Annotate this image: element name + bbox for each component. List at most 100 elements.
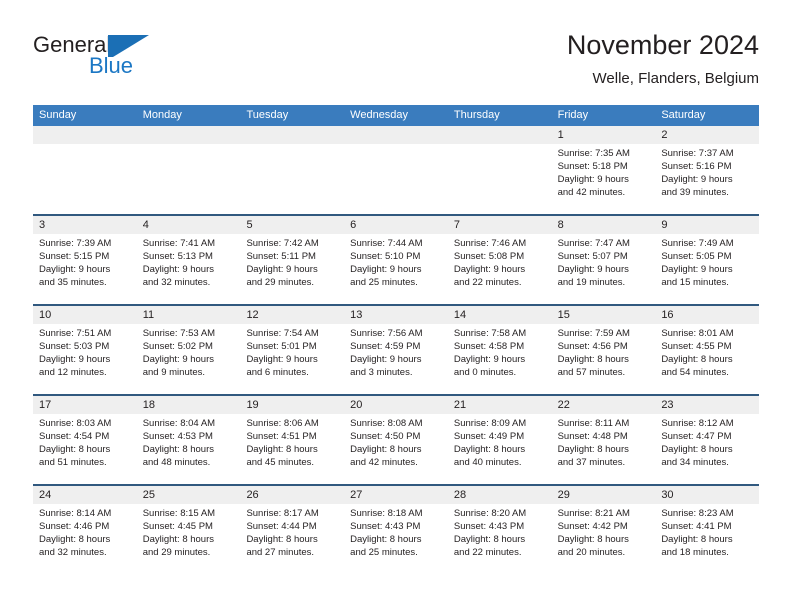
calendar-day-cell[interactable]: 21 Sunrise: 8:09 AM Sunset: 4:49 PM Dayligh…	[448, 396, 552, 484]
calendar-day-cell[interactable]: 26 Sunrise: 8:17 AM Sunset: 4:44 PM Dayligh…	[240, 486, 344, 574]
day-number: 19	[246, 399, 259, 411]
calendar-week-cells: 1 Sunrise: 7:35 AM Sunset: 5:18 PM Daylight…	[33, 126, 759, 214]
day-detail-line: Daylight: 8 hours	[246, 444, 318, 455]
day-details: Sunrise: 7:41 AM Sunset: 5:13 PM Daylight:…	[143, 237, 241, 289]
weekday-header-saturday: Saturday	[661, 109, 706, 121]
calendar-day-cell[interactable]: 7 Sunrise: 7:46 AM Sunset: 5:08 PM Daylight…	[448, 216, 552, 304]
day-detail-line: Sunrise: 7:58 AM	[453, 328, 527, 339]
day-detail-line: and 48 minutes.	[142, 457, 211, 468]
day-detail-line: Sunset: 4:41 PM	[661, 521, 732, 532]
day-detail-line: Daylight: 9 hours	[350, 264, 422, 275]
calendar-day-cell[interactable]: 22 Sunrise: 8:11 AM Sunset: 4:48 PM Dayligh…	[552, 396, 656, 484]
calendar-day-cell[interactable]: 4 Sunrise: 7:41 AM Sunset: 5:13 PM Daylight…	[137, 216, 241, 304]
calendar-day-cell[interactable]: 14 Sunrise: 7:58 AM Sunset: 4:58 PM Dayligh…	[448, 306, 552, 394]
day-detail-line: Sunset: 4:44 PM	[246, 521, 317, 532]
day-detail-line: Sunrise: 7:51 AM	[39, 328, 112, 339]
calendar-day-cell[interactable]: 20 Sunrise: 8:08 AM Sunset: 4:50 PM Dayligh…	[344, 396, 448, 484]
day-number: 22	[557, 399, 570, 411]
day-detail-line: Daylight: 9 hours	[453, 264, 526, 275]
day-detail-line: Daylight: 9 hours	[39, 354, 111, 365]
calendar-day-cell[interactable]: 9 Sunrise: 7:49 AM Sunset: 5:05 PM Daylight…	[655, 216, 759, 304]
day-number: 23	[661, 399, 674, 411]
calendar-day-cell[interactable]: 3 Sunrise: 7:39 AM Sunset: 5:15 PM Daylight…	[33, 216, 137, 304]
day-number	[246, 126, 344, 144]
calendar-day-cell[interactable]: 17 Sunrise: 8:03 AM Sunset: 4:54 PM Dayligh…	[33, 396, 137, 484]
day-detail-line: and 0 minutes.	[453, 367, 517, 378]
day-number: 1	[557, 129, 564, 141]
day-detail-line: and 9 minutes.	[142, 367, 206, 378]
day-number: 10	[39, 309, 52, 321]
calendar-day-cell[interactable]: 1 Sunrise: 7:35 AM Sunset: 5:18 PM Daylight…	[552, 126, 656, 214]
day-detail-line: and 20 minutes.	[557, 547, 626, 558]
day-detail-line: Sunrise: 8:20 AM	[453, 508, 527, 519]
day-detail-line: Sunrise: 8:06 AM	[246, 418, 319, 429]
calendar-day-cell[interactable]: 10 Sunrise: 7:51 AM Sunset: 5:03 PM Dayligh…	[33, 306, 137, 394]
calendar-empty-cell	[344, 126, 448, 214]
day-detail-line: Sunrise: 8:09 AM	[453, 418, 527, 429]
day-details: Sunrise: 8:23 AM Sunset: 4:41 PM Daylight:…	[661, 507, 759, 559]
day-detail-line: Sunrise: 7:53 AM	[142, 328, 216, 339]
day-detail-line: Sunset: 5:02 PM	[142, 341, 213, 352]
day-detail-line: and 40 minutes.	[453, 457, 522, 468]
day-detail-line: Sunrise: 8:04 AM	[142, 418, 216, 429]
day-detail-line: Sunset: 4:46 PM	[39, 521, 110, 532]
calendar-day-cell[interactable]: 23 Sunrise: 8:12 AM Sunset: 4:47 PM Dayligh…	[655, 396, 759, 484]
calendar-day-cell[interactable]: 13 Sunrise: 7:56 AM Sunset: 4:59 PM Dayligh…	[344, 306, 448, 394]
calendar-day-cell[interactable]: 18 Sunrise: 8:04 AM Sunset: 4:53 PM Dayligh…	[137, 396, 241, 484]
calendar-day-cell[interactable]: 30 Sunrise: 8:23 AM Sunset: 4:41 PM Dayligh…	[655, 486, 759, 574]
day-detail-line: Daylight: 9 hours	[453, 354, 526, 365]
day-detail-line: Sunset: 5:10 PM	[350, 251, 421, 262]
calendar-day-cell[interactable]: 11 Sunrise: 7:53 AM Sunset: 5:02 PM Dayligh…	[137, 306, 241, 394]
day-details: Sunrise: 7:39 AM Sunset: 5:15 PM Daylight:…	[39, 237, 137, 289]
day-detail-line: and 37 minutes.	[557, 457, 626, 468]
day-number: 11	[142, 309, 155, 321]
day-detail-line: Sunrise: 8:12 AM	[661, 418, 734, 429]
day-detail-line: Daylight: 8 hours	[557, 534, 629, 545]
calendar-day-cell[interactable]: 28 Sunrise: 8:20 AM Sunset: 4:43 PM Dayligh…	[448, 486, 552, 574]
day-number: 15	[557, 309, 570, 321]
day-detail-line: and 29 minutes.	[142, 547, 211, 558]
day-detail-line: Daylight: 9 hours	[246, 264, 318, 275]
day-number: 18	[142, 399, 155, 411]
day-number: 29	[557, 489, 570, 501]
day-detail-line: Sunset: 4:58 PM	[453, 341, 525, 352]
day-detail-line: Daylight: 8 hours	[661, 444, 733, 455]
calendar-day-cell[interactable]: 12 Sunrise: 7:54 AM Sunset: 5:01 PM Dayligh…	[240, 306, 344, 394]
calendar-empty-cell	[33, 126, 137, 214]
calendar-day-cell[interactable]: 19 Sunrise: 8:06 AM Sunset: 4:51 PM Dayligh…	[240, 396, 344, 484]
day-number: 27	[350, 489, 363, 501]
calendar-day-cell[interactable]: 25 Sunrise: 8:15 AM Sunset: 4:45 PM Dayligh…	[137, 486, 241, 574]
day-detail-line: and 29 minutes.	[246, 277, 315, 288]
brand-logo[interactable]: General Blue	[33, 32, 203, 84]
day-number: 28	[453, 489, 467, 501]
calendar-day-cell[interactable]: 6 Sunrise: 7:44 AM Sunset: 5:10 PM Daylight…	[344, 216, 448, 304]
day-detail-line: Sunset: 4:43 PM	[453, 521, 525, 532]
day-detail-line: Sunset: 4:47 PM	[661, 431, 732, 442]
calendar-day-cell[interactable]: 27 Sunrise: 8:18 AM Sunset: 4:43 PM Dayligh…	[344, 486, 448, 574]
day-number	[454, 126, 552, 144]
calendar-day-cell[interactable]: 2 Sunrise: 7:37 AM Sunset: 5:16 PM Daylight…	[655, 126, 759, 214]
day-detail-line: Sunset: 5:13 PM	[142, 251, 213, 262]
day-detail-line: Sunrise: 8:18 AM	[350, 508, 423, 519]
calendar-day-cell[interactable]: 5 Sunrise: 7:42 AM Sunset: 5:11 PM Daylight…	[240, 216, 344, 304]
day-number: 12	[246, 309, 259, 321]
calendar-day-cell[interactable]: 24 Sunrise: 8:14 AM Sunset: 4:46 PM Dayligh…	[33, 486, 137, 574]
day-number: 24	[39, 489, 52, 501]
calendar-day-cell[interactable]: 15 Sunrise: 7:59 AM Sunset: 4:56 PM Dayligh…	[552, 306, 656, 394]
calendar-day-cell[interactable]: 8 Sunrise: 7:47 AM Sunset: 5:07 PM Daylight…	[552, 216, 656, 304]
day-detail-line: Daylight: 9 hours	[661, 174, 733, 185]
day-detail-line: and 25 minutes.	[350, 277, 418, 288]
calendar-day-cell[interactable]: 29 Sunrise: 8:21 AM Sunset: 4:42 PM Dayligh…	[552, 486, 656, 574]
calendar-page: General Blue November 2024 Welle, Flande…	[0, 0, 792, 612]
day-detail-line: Sunset: 4:56 PM	[557, 341, 628, 352]
day-detail-line: Sunrise: 7:41 AM	[142, 238, 216, 249]
day-number	[350, 126, 448, 144]
day-detail-line: Sunrise: 8:01 AM	[661, 328, 734, 339]
day-number: 26	[246, 489, 259, 501]
day-details: Sunrise: 8:15 AM Sunset: 4:45 PM Daylight:…	[143, 507, 241, 559]
day-detail-line: Daylight: 8 hours	[350, 444, 422, 455]
day-detail-line: Daylight: 8 hours	[557, 354, 629, 365]
calendar-day-cell[interactable]: 16 Sunrise: 8:01 AM Sunset: 4:55 PM Dayligh…	[655, 306, 759, 394]
day-detail-line: Daylight: 8 hours	[142, 444, 215, 455]
weekday-header-sunday: Sunday	[39, 109, 77, 121]
